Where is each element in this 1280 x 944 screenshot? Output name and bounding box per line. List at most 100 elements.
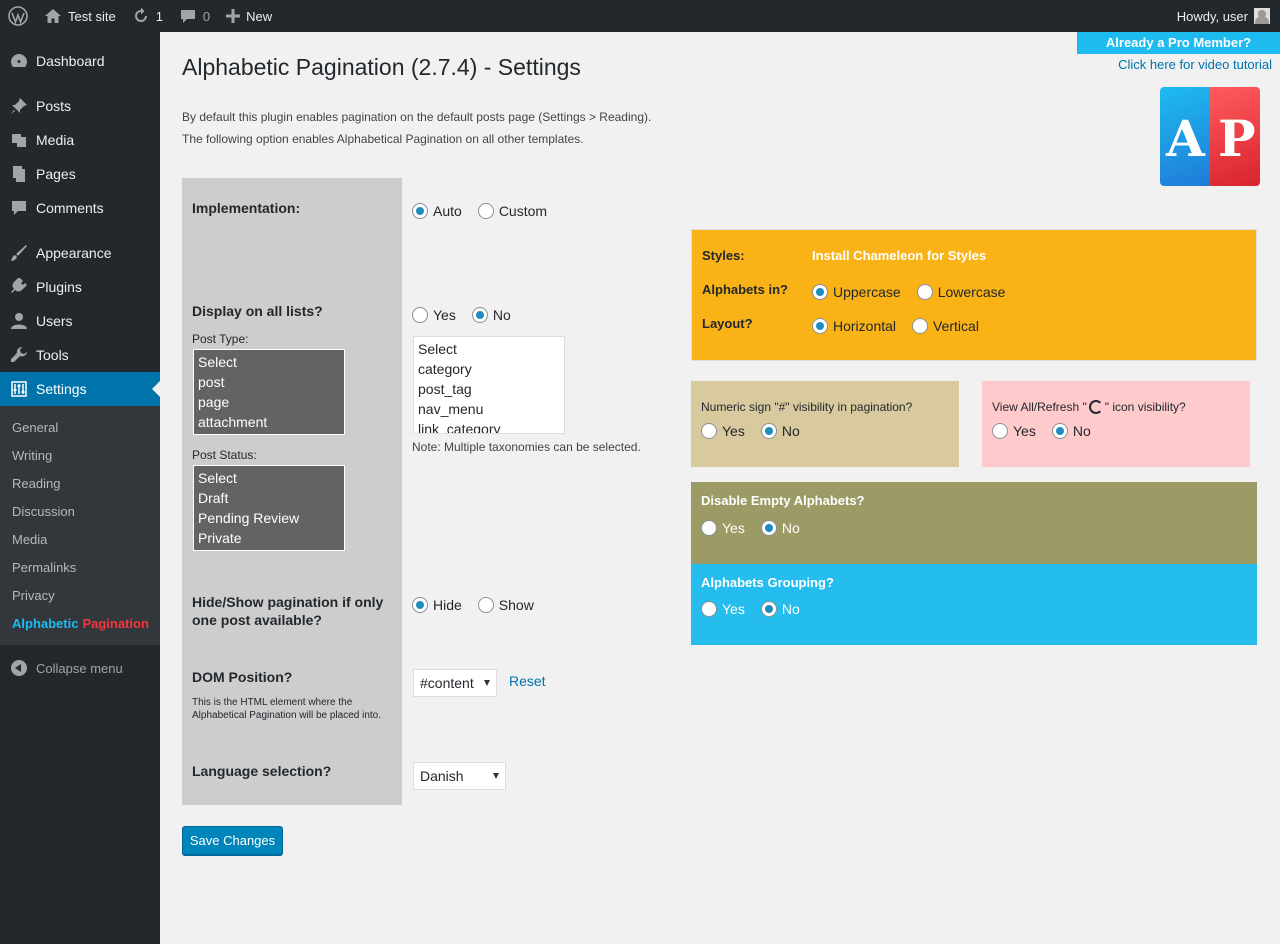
submenu-writing[interactable]: Writing <box>0 441 160 469</box>
list-item[interactable]: category <box>418 359 560 379</box>
disable-empty-yes[interactable]: Yes <box>701 520 745 536</box>
submenu-alphabetic-pagination[interactable]: Alphabetic Pagination <box>0 609 160 637</box>
list-item[interactable]: page <box>198 392 340 412</box>
menu-appearance[interactable]: Appearance <box>0 236 160 270</box>
radio-no[interactable] <box>471 307 488 323</box>
submenu-reading[interactable]: Reading <box>0 469 160 497</box>
list-item[interactable]: Select <box>198 352 340 372</box>
pro-member-button[interactable]: Already a Pro Member? <box>1077 32 1280 54</box>
language-select[interactable]: Danish <box>413 762 506 790</box>
radio-custom[interactable] <box>477 203 494 219</box>
list-item[interactable]: Draft <box>198 488 340 508</box>
video-tutorial-link[interactable]: Click here for video tutorial <box>1118 57 1272 72</box>
new-label: New <box>246 8 273 24</box>
implementation-custom[interactable]: Custom <box>477 203 548 219</box>
menu-dashboard[interactable]: Dashboard <box>0 44 160 78</box>
menu-media[interactable]: Media <box>0 123 160 157</box>
radio-auto[interactable] <box>412 203 428 219</box>
chevron-down-icon <box>484 680 490 686</box>
select-value: Danish <box>420 768 464 784</box>
new-content-link[interactable]: New <box>218 0 280 32</box>
list-item[interactable]: post_tag <box>418 379 560 399</box>
implementation-auto[interactable]: Auto <box>412 203 462 219</box>
option-label: Custom <box>498 203 548 219</box>
radio-horizontal[interactable] <box>812 318 828 334</box>
radio-uppercase[interactable] <box>812 284 828 300</box>
radio-no[interactable] <box>760 601 777 617</box>
post-type-listbox[interactable]: Select post page attachment <box>193 349 345 435</box>
grouping-radios: Yes No <box>701 601 816 617</box>
radio-yes[interactable] <box>701 423 717 439</box>
list-item[interactable]: Private <box>198 528 340 548</box>
display-all-yes[interactable]: Yes <box>412 307 456 323</box>
view-all-no[interactable]: No <box>1051 423 1091 439</box>
radio-yes[interactable] <box>412 307 428 323</box>
submenu-discussion[interactable]: Discussion <box>0 497 160 525</box>
list-item[interactable]: Select <box>198 468 340 488</box>
reset-link[interactable]: Reset <box>509 673 546 689</box>
horizontal-option[interactable]: Horizontal <box>812 318 896 334</box>
refresh-icon <box>134 8 147 22</box>
submenu-general[interactable]: General <box>0 413 160 441</box>
language-label: Language selection? <box>192 763 332 779</box>
submenu-privacy[interactable]: Privacy <box>0 581 160 609</box>
taxonomy-listbox[interactable]: Select category post_tag nav_menu link_c… <box>413 336 565 434</box>
vertical-option[interactable]: Vertical <box>912 318 979 334</box>
comments-link[interactable]: 0 <box>171 0 218 32</box>
save-changes-button[interactable]: Save Changes <box>182 826 283 855</box>
collapse-menu-button[interactable]: Collapse menu <box>0 651 160 685</box>
hide-option[interactable]: Hide <box>412 597 462 613</box>
updates-link[interactable]: 1 <box>124 0 171 32</box>
list-item[interactable]: link_category <box>418 419 560 433</box>
view-all-panel: View All/Refresh " " icon visibility? Yes… <box>982 381 1250 467</box>
menu-settings[interactable]: Settings <box>0 372 160 406</box>
radio-yes[interactable] <box>701 601 717 617</box>
radio-hide[interactable] <box>412 597 428 613</box>
site-name: Test site <box>68 8 116 24</box>
list-item[interactable]: post <box>198 372 340 392</box>
view-all-yes[interactable]: Yes <box>992 423 1036 439</box>
home-icon <box>45 9 61 23</box>
radio-yes[interactable] <box>701 520 717 536</box>
radio-yes[interactable] <box>992 423 1008 439</box>
list-item[interactable]: Pending Review <box>198 508 340 528</box>
numeric-yes[interactable]: Yes <box>701 423 745 439</box>
media-icon <box>10 131 28 149</box>
install-chameleon-link[interactable]: Install Chameleon for Styles <box>812 248 986 263</box>
list-item[interactable]: attachment <box>198 412 340 432</box>
numeric-no[interactable]: No <box>760 423 800 439</box>
radio-no[interactable] <box>1051 423 1068 439</box>
menu-tools[interactable]: Tools <box>0 338 160 372</box>
menu-users[interactable]: Users <box>0 304 160 338</box>
uppercase-option[interactable]: Uppercase <box>812 284 901 300</box>
grouping-yes[interactable]: Yes <box>701 601 745 617</box>
grouping-no[interactable]: No <box>760 601 800 617</box>
account-menu[interactable]: Howdy, user <box>1169 0 1280 32</box>
radio-lowercase[interactable] <box>916 284 933 300</box>
display-all-no[interactable]: No <box>471 307 511 323</box>
disable-empty-radios: Yes No <box>701 520 816 536</box>
submenu-permalinks[interactable]: Permalinks <box>0 553 160 581</box>
radio-no[interactable] <box>760 423 777 439</box>
submenu-media[interactable]: Media <box>0 525 160 553</box>
radio-show[interactable] <box>477 597 494 613</box>
display-all-radios: Yes No <box>412 307 527 323</box>
lowercase-option[interactable]: Lowercase <box>916 284 1005 300</box>
wordpress-logo-icon[interactable] <box>0 0 36 32</box>
radio-no[interactable] <box>760 520 777 536</box>
hide-show-label-line-1: Hide/Show pagination if only <box>192 594 384 610</box>
list-item[interactable]: Select <box>418 339 560 359</box>
menu-plugins[interactable]: Plugins <box>0 270 160 304</box>
menu-comments[interactable]: Comments <box>0 191 160 225</box>
disable-empty-no[interactable]: No <box>760 520 800 536</box>
menu-posts[interactable]: Posts <box>0 89 160 123</box>
dom-position-select[interactable]: #content <box>413 669 497 697</box>
radio-vertical[interactable] <box>912 318 929 334</box>
collapse-label: Collapse menu <box>36 660 123 676</box>
hide-show-label: Hide/Show pagination if only one post av… <box>192 593 383 629</box>
list-item[interactable]: nav_menu <box>418 399 560 419</box>
post-status-listbox[interactable]: Select Draft Pending Review Private <box>193 465 345 551</box>
menu-pages[interactable]: Pages <box>0 157 160 191</box>
site-name-link[interactable]: Test site <box>36 0 124 32</box>
show-option[interactable]: Show <box>477 597 534 613</box>
